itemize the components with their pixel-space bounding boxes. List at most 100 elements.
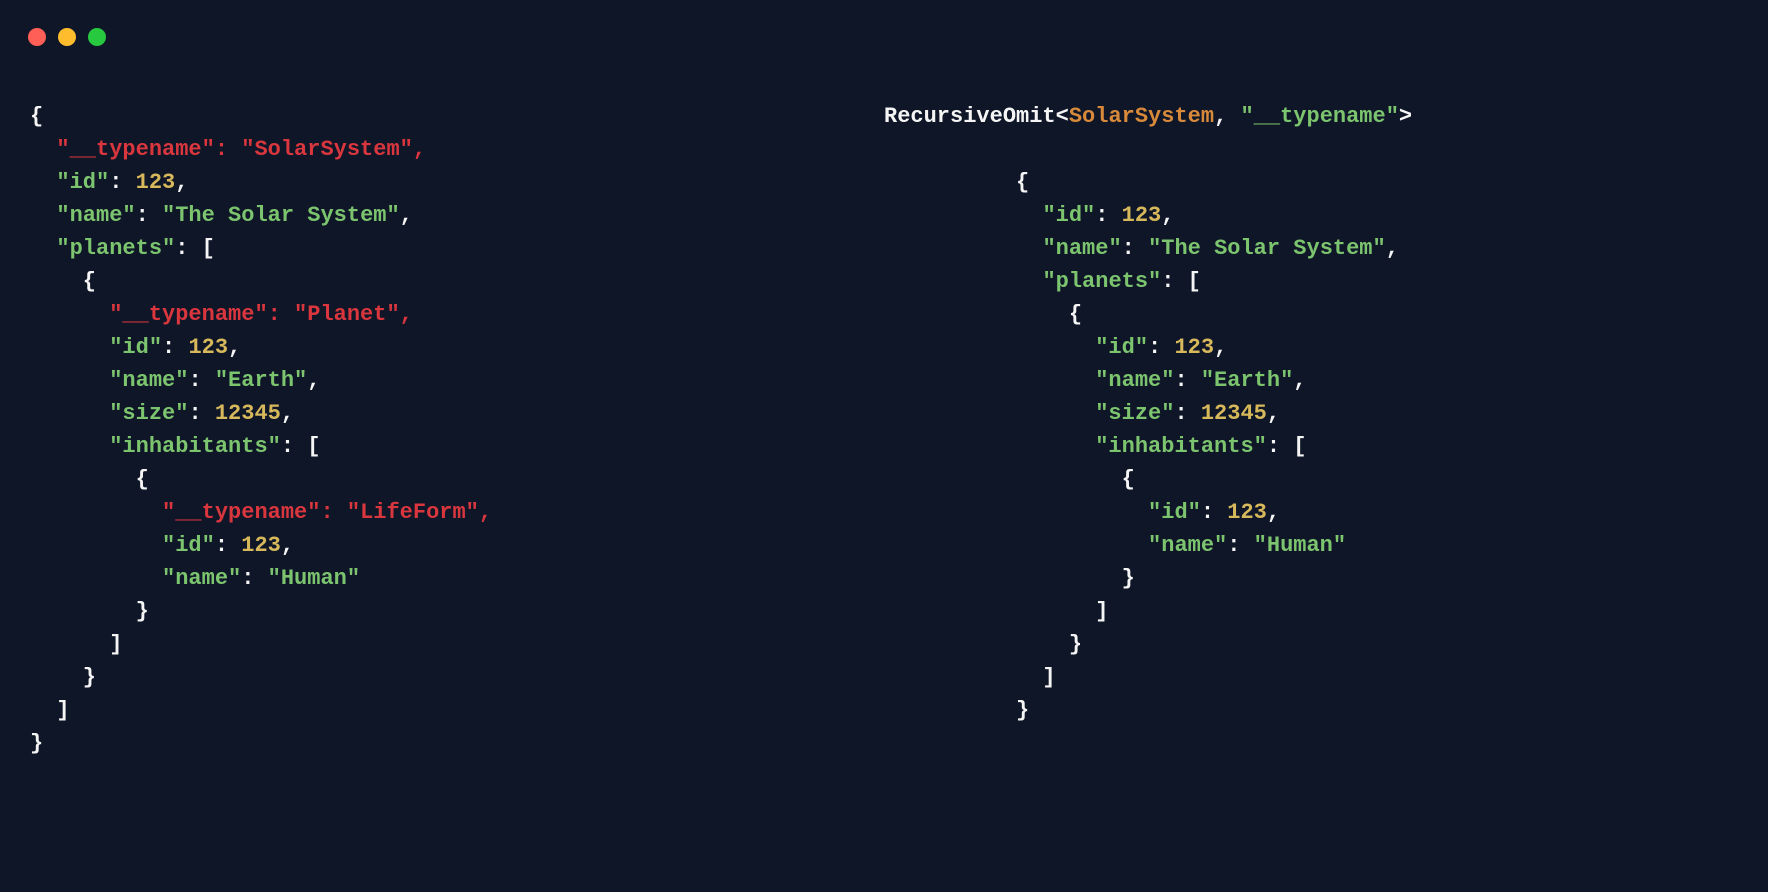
code-line: "id": 123,	[884, 199, 1738, 232]
type-expression: RecursiveOmit<SolarSystem, "__typename">	[884, 100, 1738, 133]
code-line: {	[30, 100, 884, 133]
code-token	[30, 137, 56, 162]
code-line: "__typename": "LifeForm",	[30, 496, 884, 529]
code-line: "planets": [	[884, 265, 1738, 298]
code-line: "inhabitants": [	[30, 430, 884, 463]
code-token: :	[1174, 401, 1200, 426]
code-token: :	[1174, 368, 1200, 393]
code-token: "inhabitants"	[1095, 434, 1267, 459]
code-token: "planets"	[1042, 269, 1161, 294]
code-token: ,	[1214, 104, 1240, 129]
code-token: {	[884, 302, 1082, 327]
code-line: "planets": [	[30, 232, 884, 265]
code-token: 123	[1227, 500, 1267, 525]
code-token: SolarSystem	[1069, 104, 1214, 129]
code-token: ]	[30, 632, 122, 657]
left-code-pane: { "__typename": "SolarSystem", "id": 123…	[30, 100, 884, 760]
code-token: ,	[1267, 500, 1280, 525]
code-token: {	[884, 170, 1029, 195]
code-line: {	[30, 265, 884, 298]
code-token: :	[241, 566, 267, 591]
code-token: "__typename": "SolarSystem",	[56, 137, 426, 162]
code-token: ,	[281, 401, 294, 426]
code-token: ,	[307, 368, 320, 393]
code-token: <	[1056, 104, 1069, 129]
code-token	[30, 500, 162, 525]
code-token	[884, 368, 1095, 393]
code-token: "name"	[56, 203, 135, 228]
code-token: "inhabitants"	[109, 434, 281, 459]
code-token	[30, 401, 109, 426]
code-line: ]	[884, 595, 1738, 628]
code-token: >	[1399, 104, 1412, 129]
code-token: "planets"	[56, 236, 175, 261]
code-line: "name": "Earth",	[884, 364, 1738, 397]
code-token: 123	[241, 533, 281, 558]
code-token: : [	[175, 236, 215, 261]
code-line: "name": "Earth",	[30, 364, 884, 397]
code-token: "size"	[109, 401, 188, 426]
code-line: "name": "The Solar System",	[30, 199, 884, 232]
minimize-icon[interactable]	[58, 28, 76, 46]
code-token: "id"	[109, 335, 162, 360]
code-token: ,	[175, 170, 188, 195]
code-token: 123	[1174, 335, 1214, 360]
code-token: "name"	[1095, 368, 1174, 393]
code-token: 123	[1122, 203, 1162, 228]
code-token: "id"	[56, 170, 109, 195]
code-token: "size"	[1095, 401, 1174, 426]
code-token: "__typename"	[1240, 104, 1398, 129]
code-token: : [	[1267, 434, 1307, 459]
zoom-icon[interactable]	[88, 28, 106, 46]
code-token	[884, 434, 1095, 459]
code-token: ]	[884, 599, 1108, 624]
code-token: ,	[400, 203, 413, 228]
code-token: "The Solar System"	[162, 203, 400, 228]
code-token: {	[30, 269, 96, 294]
code-token: 12345	[215, 401, 281, 426]
code-token: "id"	[1148, 500, 1201, 525]
blank-line	[884, 133, 1738, 166]
code-token: :	[188, 368, 214, 393]
code-line: {	[884, 166, 1738, 199]
code-line: ]	[30, 694, 884, 727]
code-token: :	[109, 170, 135, 195]
code-line: "size": 12345,	[30, 397, 884, 430]
code-line: }	[30, 727, 884, 760]
close-icon[interactable]	[28, 28, 46, 46]
code-line: {	[884, 463, 1738, 496]
code-line: }	[884, 562, 1738, 595]
right-code-pane: RecursiveOmit<SolarSystem, "__typename">…	[884, 100, 1738, 760]
code-token: ,	[1161, 203, 1174, 228]
code-token: "id"	[1042, 203, 1095, 228]
code-line: }	[884, 628, 1738, 661]
code-line: "__typename": "SolarSystem",	[30, 133, 884, 166]
code-token	[884, 335, 1095, 360]
code-token	[30, 566, 162, 591]
code-token: "Human"	[268, 566, 360, 591]
code-token	[30, 434, 109, 459]
code-content: { "__typename": "SolarSystem", "id": 123…	[30, 100, 1738, 760]
code-token	[30, 368, 109, 393]
code-line: ]	[884, 661, 1738, 694]
code-token: ,	[1386, 236, 1399, 261]
code-line: "__typename": "Planet",	[30, 298, 884, 331]
code-token	[884, 500, 1148, 525]
code-token	[884, 236, 1042, 261]
code-token: :	[1227, 533, 1253, 558]
code-token: 12345	[1201, 401, 1267, 426]
code-line: "name": "Human"	[884, 529, 1738, 562]
code-token: }	[884, 632, 1082, 657]
code-line: "name": "Human"	[30, 562, 884, 595]
code-line: "inhabitants": [	[884, 430, 1738, 463]
code-token: "id"	[1095, 335, 1148, 360]
code-line: {	[884, 298, 1738, 331]
code-token: "name"	[109, 368, 188, 393]
code-token: "id"	[162, 533, 215, 558]
code-token: :	[1201, 500, 1227, 525]
code-token: }	[884, 566, 1135, 591]
code-token: :	[1122, 236, 1148, 261]
code-token	[884, 533, 1148, 558]
code-token: :	[1148, 335, 1174, 360]
code-token: "__typename": "LifeForm",	[162, 500, 492, 525]
